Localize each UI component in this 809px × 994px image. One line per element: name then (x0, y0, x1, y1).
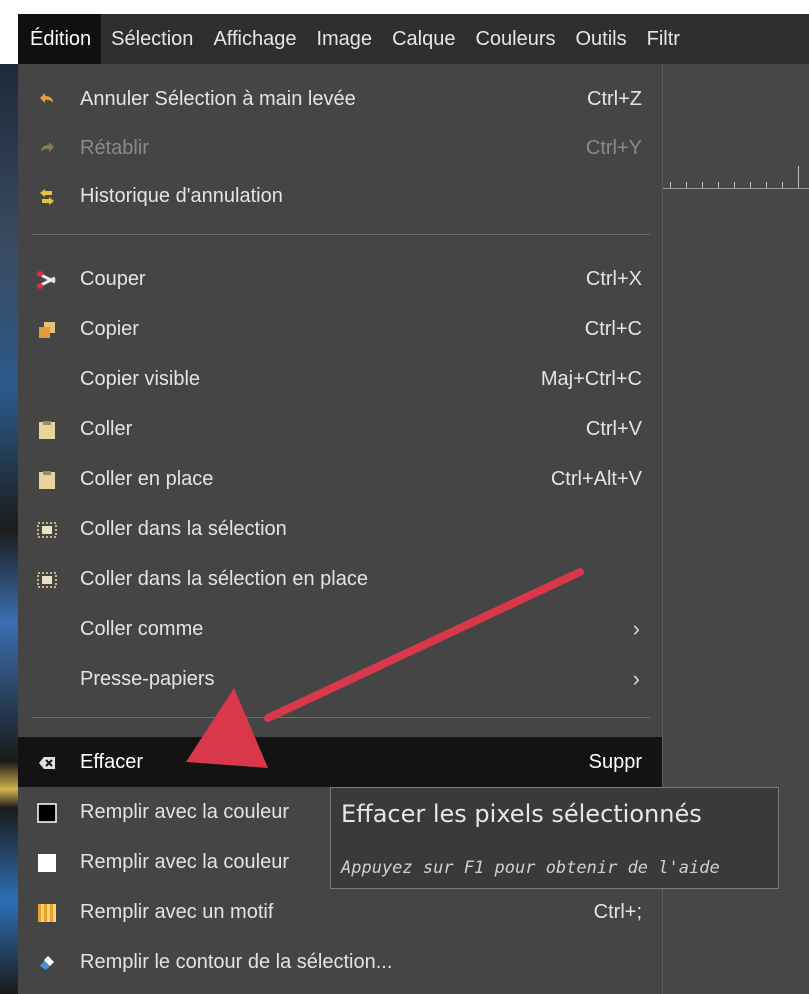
menu-item-shortcut: Maj+Ctrl+C (540, 367, 642, 390)
tooltip-hint: Appuyez sur F1 pour obtenir de l'aide (341, 858, 720, 878)
menu-edition[interactable]: Édition (18, 14, 102, 64)
menu-item-label: Annuler Sélection à main levée (80, 87, 356, 110)
cut-icon (37, 271, 56, 289)
menu-item-label: Coller (80, 417, 133, 440)
menu-filtres[interactable]: Filtr (637, 14, 690, 64)
menu-item-shortcut: Ctrl+Alt+V (550, 467, 642, 490)
menu-affichage[interactable]: Affichage (203, 14, 306, 64)
menu-item-shortcut: Ctrl+X (585, 267, 642, 290)
menu-item-label: Rétablir (80, 136, 149, 159)
stroke-selection-icon (40, 956, 54, 970)
menu-item-label: Coller en place (80, 467, 214, 490)
menu-item-shortcut: Suppr (588, 750, 642, 773)
menu-item-paste-as[interactable]: Coller comme › (18, 604, 662, 654)
menu-item-redo[interactable]: Rétablir Ctrl+Y (18, 123, 662, 173)
bg-color-swatch-icon (38, 854, 56, 872)
menu-item-paste-into[interactable]: Coller dans la sélection (18, 504, 662, 554)
menu-item-shortcut: Ctrl+V (585, 417, 642, 440)
menu-item-label: Presse-papiers (80, 667, 215, 690)
paste-in-place-icon (39, 471, 55, 489)
menu-outils[interactable]: Outils (566, 14, 637, 64)
menu-item-undo-history[interactable]: Historique d'annulation (18, 171, 662, 221)
menu-image[interactable]: Image (306, 14, 382, 64)
menu-item-label: Historique d'annulation (80, 184, 283, 207)
menu-item-paste[interactable]: Coller Ctrl+V (18, 404, 662, 454)
menu-item-label: Copier (80, 317, 139, 340)
menu-item-shortcut: Ctrl+Z (587, 87, 642, 110)
pattern-icon (38, 904, 56, 922)
menu-item-label: Coller dans la sélection en place (80, 567, 368, 590)
menu-item-fill-pattern[interactable]: Remplir avec un motif Ctrl+; (18, 887, 662, 937)
menu-item-copy[interactable]: Copier Ctrl+C (18, 304, 662, 354)
tooltip: Effacer les pixels sélectionnés Appuyez … (330, 787, 779, 889)
menu-item-label: Effacer (80, 750, 143, 773)
tooltip-title: Effacer les pixels sélectionnés (341, 800, 702, 828)
menu-item-shortcut: Ctrl+Y (585, 136, 642, 159)
menu-selection[interactable]: Sélection (101, 14, 203, 64)
menubar: Édition Sélection Affichage Image Calque… (18, 14, 809, 64)
menu-couleurs[interactable]: Couleurs (465, 14, 565, 64)
menu-item-stroke-selection[interactable]: Remplir le contour de la sélection... (18, 937, 662, 987)
menu-item-label: Remplir le contour de la sélection... (80, 950, 393, 973)
submenu-arrow-icon: › (632, 616, 640, 641)
redo-icon (41, 142, 54, 152)
menu-item-label: Remplir avec un motif (80, 900, 274, 923)
menu-item-cut[interactable]: Couper Ctrl+X (18, 254, 662, 304)
paste-into-in-place-icon (37, 572, 57, 588)
paste-into-icon (37, 522, 57, 538)
menu-separator (32, 234, 650, 235)
menu-item-label: Remplir avec la couleur (80, 800, 289, 823)
menu-item-label: Copier visible (80, 367, 201, 390)
menu-item-label: Couper (80, 267, 146, 290)
menu-item-shortcut: Ctrl+; (593, 900, 642, 923)
menu-item-label: Coller dans la sélection (80, 517, 287, 540)
menu-item-clipboard[interactable]: Presse-papiers › (18, 654, 662, 704)
clear-icon (39, 757, 55, 769)
menu-item-paste-into-in-place[interactable]: Coller dans la sélection en place (18, 554, 662, 604)
undo-icon (40, 93, 53, 103)
menu-item-label: Remplir avec la couleur (80, 850, 289, 873)
copy-icon (39, 322, 55, 338)
menu-separator (32, 717, 650, 718)
toolbox-edge (0, 64, 18, 994)
menu-item-paste-in-place[interactable]: Coller en place Ctrl+Alt+V (18, 454, 662, 504)
undo-history-icon (40, 189, 54, 205)
menu-item-label: Coller comme (80, 617, 204, 640)
menu-item-clear[interactable]: Effacer Suppr (18, 737, 662, 787)
menu-calque[interactable]: Calque (382, 14, 465, 64)
menu-item-undo[interactable]: Annuler Sélection à main levée Ctrl+Z (18, 74, 662, 124)
paste-icon (39, 421, 55, 439)
horizontal-ruler (662, 158, 809, 189)
menu-item-shortcut: Ctrl+C (584, 317, 642, 340)
submenu-arrow-icon: › (632, 666, 640, 691)
fg-color-swatch-icon (37, 803, 57, 823)
menu-item-copy-visible[interactable]: Copier visible Maj+Ctrl+C (18, 354, 662, 404)
